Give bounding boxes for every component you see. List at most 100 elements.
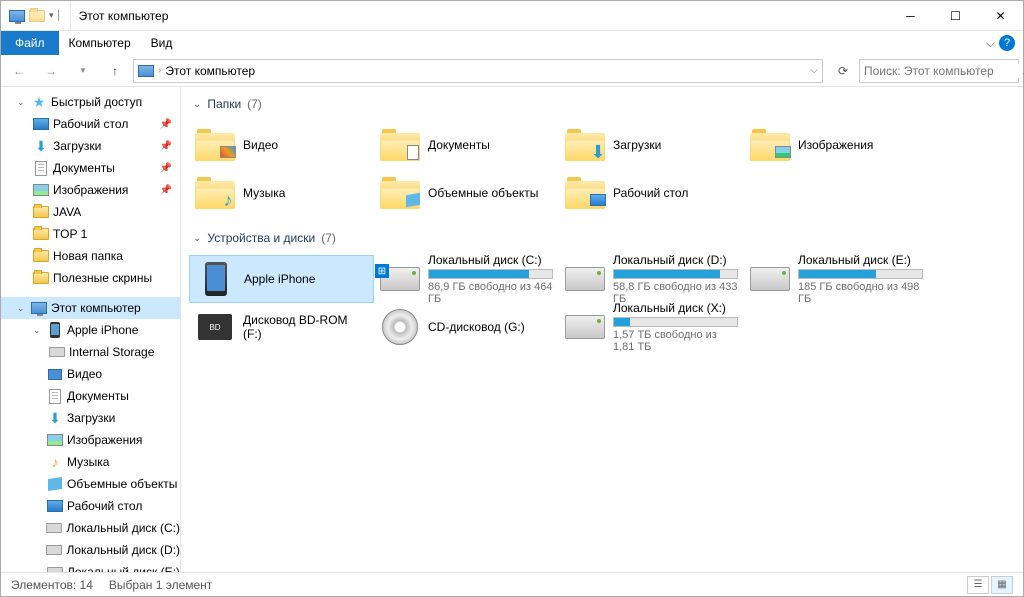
- tree-label: Изображения: [53, 183, 128, 197]
- qat-dropdown-icon[interactable]: ▾ │: [49, 10, 62, 21]
- nav-recent-dropdown[interactable]: ▾: [69, 59, 97, 83]
- music-icon: ♪: [47, 454, 63, 470]
- folder-icon: ⬇: [565, 129, 605, 161]
- ribbon-expand-icon[interactable]: ⌵: [986, 36, 995, 51]
- obj-icon: [47, 476, 63, 492]
- tree-item[interactable]: ⌄ Apple iPhone: [1, 319, 180, 341]
- tree-item[interactable]: ⬇Загрузки📌: [1, 135, 180, 157]
- tree-item[interactable]: Локальный диск (E:): [1, 561, 180, 572]
- device-name: Локальный диск (E:): [798, 253, 923, 267]
- breadcrumb-location[interactable]: Этот компьютер: [165, 64, 255, 78]
- tree-label: Локальный диск (C:): [66, 521, 180, 535]
- tree-this-pc[interactable]: ⌄ Этот компьютер: [1, 297, 180, 319]
- tree-item[interactable]: Локальный диск (D:): [1, 539, 180, 561]
- main-content[interactable]: ⌄ Папки (7) Видео Документы⬇ЗагрузкиИзобр…: [181, 87, 1023, 572]
- phone-icon: [47, 322, 63, 338]
- tree-item[interactable]: Полезные скрины: [1, 267, 180, 289]
- expand-caret-icon[interactable]: ⌄: [17, 97, 27, 108]
- tree-item[interactable]: ⬇Загрузки: [1, 407, 180, 429]
- app-icon: [9, 8, 25, 24]
- menu-file[interactable]: Файл: [1, 31, 59, 55]
- tree-label: Документы: [67, 389, 129, 403]
- tree-item[interactable]: Видео: [1, 363, 180, 385]
- tree-item[interactable]: Internal Storage: [1, 341, 180, 363]
- folder-item[interactable]: Объемные объекты: [374, 169, 559, 217]
- drive-capacity-bar: [613, 317, 738, 327]
- folder-item[interactable]: Документы: [374, 121, 559, 169]
- tree-quick-access[interactable]: ⌄ ★ Быстрый доступ: [1, 91, 180, 113]
- collapse-caret-icon[interactable]: ⌄: [193, 99, 201, 110]
- status-selection: Выбран 1 элемент: [109, 578, 212, 592]
- folder-item[interactable]: Видео: [189, 121, 374, 169]
- drive-capacity-bar: [798, 269, 923, 279]
- menu-view[interactable]: Вид: [141, 31, 183, 55]
- expand-caret-icon[interactable]: ⌄: [33, 325, 43, 336]
- img-icon: [33, 182, 49, 198]
- phone-icon: [205, 262, 227, 296]
- qat-folder-icon[interactable]: [29, 8, 45, 24]
- tree-label: Видео: [67, 367, 102, 381]
- device-name: Локальный диск (C:): [428, 253, 553, 267]
- device-item[interactable]: Apple iPhone: [189, 255, 374, 303]
- tree-label: Документы: [53, 161, 115, 175]
- nav-up-button[interactable]: ↑: [101, 59, 129, 83]
- pin-icon: 📌: [160, 163, 172, 174]
- drive-icon: [565, 267, 605, 291]
- device-item[interactable]: Локальный диск (X:)1,57 ТБ свободно из 1…: [559, 303, 744, 351]
- tree-item[interactable]: Документы: [1, 385, 180, 407]
- view-tiles-button[interactable]: ▦: [991, 576, 1013, 594]
- folder-name: Видео: [243, 138, 368, 152]
- tree-item[interactable]: Изображения📌: [1, 179, 180, 201]
- menu-computer[interactable]: Компьютер: [59, 31, 141, 55]
- tree-item[interactable]: Изображения: [1, 429, 180, 451]
- device-item[interactable]: Локальный диск (D:)58,8 ГБ свободно из 4…: [559, 255, 744, 303]
- disc-icon: [382, 309, 418, 345]
- navigation-pane[interactable]: ⌄ ★ Быстрый доступ Рабочий стол📌⬇Загрузк…: [1, 87, 181, 572]
- view-details-button[interactable]: ☰: [967, 576, 989, 594]
- tree-item[interactable]: JAVA: [1, 201, 180, 223]
- search-box[interactable]: ⌕: [859, 59, 1019, 83]
- address-bar[interactable]: › Этот компьютер ⌵: [133, 59, 823, 83]
- nav-forward-button[interactable]: →: [37, 59, 65, 83]
- minimize-button[interactable]: ─: [888, 1, 933, 30]
- collapse-caret-icon[interactable]: ⌄: [193, 233, 201, 244]
- tree-item[interactable]: Рабочий стол📌: [1, 113, 180, 135]
- folder-icon: ♪: [195, 177, 235, 209]
- down-icon: ⬇: [33, 138, 49, 154]
- titlebar: ▾ │ Этот компьютер ─ ☐ ✕: [1, 1, 1023, 31]
- tree-item[interactable]: Рабочий стол: [1, 495, 180, 517]
- nav-back-button[interactable]: ←: [5, 59, 33, 83]
- group-header-devices[interactable]: ⌄ Устройства и диски (7): [181, 225, 1023, 251]
- close-button[interactable]: ✕: [978, 1, 1023, 30]
- device-item[interactable]: ⊞Локальный диск (C:)86,9 ГБ свободно из …: [374, 255, 559, 303]
- pin-icon: 📌: [160, 141, 172, 152]
- drive-icon: [46, 520, 62, 536]
- breadcrumb-separator-icon[interactable]: ›: [158, 65, 161, 76]
- drive-capacity-bar: [613, 269, 738, 279]
- expand-caret-icon[interactable]: ⌄: [17, 303, 27, 314]
- refresh-button[interactable]: ⟳: [831, 59, 855, 83]
- search-input[interactable]: [864, 64, 1019, 78]
- device-item[interactable]: Локальный диск (E:)185 ГБ свободно из 49…: [744, 255, 929, 303]
- drive-icon: [565, 315, 605, 339]
- tree-item[interactable]: Локальный диск (C:): [1, 517, 180, 539]
- group-header-folders[interactable]: ⌄ Папки (7): [181, 91, 1023, 117]
- device-item[interactable]: CD-дисковод (G:): [374, 303, 559, 351]
- tree-item[interactable]: TOP 1: [1, 223, 180, 245]
- maximize-button[interactable]: ☐: [933, 1, 978, 30]
- desktop-icon: [47, 498, 63, 514]
- tree-item[interactable]: Новая папка: [1, 245, 180, 267]
- folder-item[interactable]: ♪Музыка: [189, 169, 374, 217]
- tree-item[interactable]: Объемные объекты: [1, 473, 180, 495]
- address-dropdown-icon[interactable]: ⌵: [810, 65, 818, 76]
- tree-label: JAVA: [53, 205, 81, 219]
- tree-item[interactable]: ♪Музыка: [1, 451, 180, 473]
- folder-item[interactable]: Рабочий стол: [559, 169, 744, 217]
- folder-item[interactable]: Изображения: [744, 121, 929, 169]
- folder-name: Объемные объекты: [428, 186, 553, 200]
- help-icon[interactable]: ?: [999, 35, 1015, 51]
- folder-item[interactable]: ⬇Загрузки: [559, 121, 744, 169]
- device-item[interactable]: BDДисковод BD-ROM (F:): [189, 303, 374, 351]
- tree-item[interactable]: Документы 📌: [1, 157, 180, 179]
- tree-label: Apple iPhone: [67, 323, 138, 337]
